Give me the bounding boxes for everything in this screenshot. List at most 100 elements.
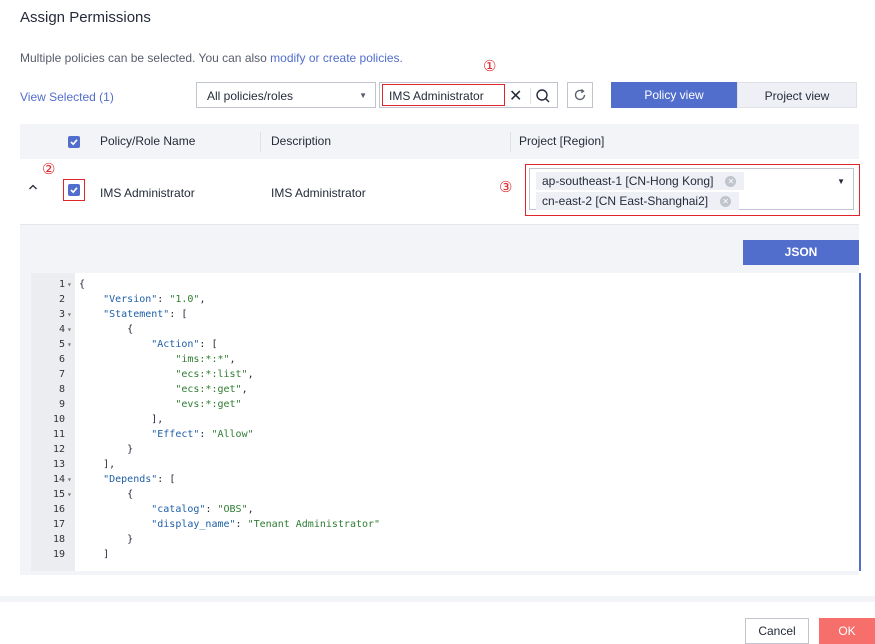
dialog-title: Assign Permissions xyxy=(20,9,151,26)
column-header-description: Description xyxy=(271,134,332,148)
line-number: 17 xyxy=(52,519,65,530)
remove-tag-icon[interactable]: ✕ xyxy=(720,196,732,208)
code-line: 15 ▾ { xyxy=(31,489,859,501)
code-text: "evs:*:get" xyxy=(175,399,242,410)
ok-button[interactable]: OK xyxy=(819,618,875,644)
column-header-policy-name: Policy/Role Name xyxy=(100,134,196,148)
policy-view-button[interactable]: Policy view xyxy=(611,82,737,108)
project-view-button[interactable]: Project view xyxy=(737,82,857,108)
code-text: "Statement": [ xyxy=(103,309,188,320)
refresh-button[interactable] xyxy=(567,82,593,108)
code-line: 7 "ecs:*:list", xyxy=(31,369,859,381)
line-number: 5 xyxy=(58,339,65,350)
annotation-1: ① xyxy=(483,58,497,75)
code-text: "display_name": "Tenant Administrator" xyxy=(151,519,381,530)
fold-toggle-icon[interactable]: ▾ xyxy=(67,339,72,351)
line-number: 3 xyxy=(58,309,65,320)
code-line: 11 "Effect": "Allow" xyxy=(31,429,859,441)
line-number: 10 xyxy=(52,414,65,425)
line-number: 18 xyxy=(52,534,65,545)
code-line: 13 ], xyxy=(31,459,859,471)
annotation-2: ② xyxy=(42,161,56,178)
table-header: Policy/Role Name Description Project [Re… xyxy=(20,124,859,159)
search-icon[interactable] xyxy=(534,87,552,105)
row-checkbox[interactable] xyxy=(68,184,80,196)
line-number: 8 xyxy=(58,384,65,395)
code-line: 16 "catalog": "OBS", xyxy=(31,504,859,516)
policy-description: IMS Administrator xyxy=(271,186,366,200)
code-line: 6 "ims:*:*", xyxy=(31,354,859,366)
search-box: IMS Administrator ✕ xyxy=(379,82,558,108)
column-header-project-region: Project [Region] xyxy=(519,134,605,148)
code-text: { xyxy=(79,324,134,335)
view-selected-link[interactable]: View Selected (1) xyxy=(20,90,114,104)
line-number: 7 xyxy=(58,369,65,380)
region-highlight: ap-southeast-1 [CN-Hong Kong] ✕ cn-east-2… xyxy=(525,164,860,216)
line-number: 9 xyxy=(58,399,65,410)
code-line: 4 ▾ { xyxy=(31,324,859,336)
line-number: 1 xyxy=(58,279,65,290)
line-number: 14 xyxy=(52,474,65,485)
code-line: 2 "Version": "1.0", xyxy=(31,294,859,306)
code-text: "Action": [ xyxy=(151,339,218,350)
column-divider xyxy=(510,132,511,152)
search-input[interactable]: IMS Administrator xyxy=(382,84,505,106)
line-number: 16 xyxy=(52,504,65,515)
clear-icon[interactable]: ✕ xyxy=(509,86,522,106)
code-text: "Version": "1.0", xyxy=(103,294,206,305)
chevron-down-icon[interactable]: ▼ xyxy=(837,177,845,186)
json-editor[interactable]: 1 ▾{2 "Version": "1.0", 3 ▾ "Statement": [4… xyxy=(31,273,861,571)
refresh-icon xyxy=(574,89,586,101)
code-text: "ecs:*:get", xyxy=(175,384,248,395)
code-line: 8 "ecs:*:get", xyxy=(31,384,859,396)
footer-divider xyxy=(0,596,875,602)
line-number: 4 xyxy=(58,324,65,335)
code-line: 18 } xyxy=(31,534,859,546)
select-all-checkbox[interactable] xyxy=(68,136,80,148)
region-tag: ap-southeast-1 [CN-Hong Kong] ✕ xyxy=(536,172,745,190)
region-tag-label: ap-southeast-1 [CN-Hong Kong] xyxy=(542,174,714,188)
fold-toggle-icon[interactable]: ▾ xyxy=(67,309,72,321)
code-line: 3 ▾ "Statement": [ xyxy=(31,309,859,321)
policy-name: IMS Administrator xyxy=(100,186,195,200)
code-line: 19 ] xyxy=(31,549,859,561)
fold-toggle-icon[interactable]: ▾ xyxy=(67,279,72,291)
code-text: ], xyxy=(79,414,164,425)
fold-toggle-icon[interactable]: ▾ xyxy=(67,324,72,336)
line-number: 11 xyxy=(52,429,65,440)
project-region-select[interactable]: ap-southeast-1 [CN-Hong Kong] ✕ cn-east-2… xyxy=(529,168,854,210)
line-number: 2 xyxy=(58,294,65,305)
policy-type-value: All policies/roles xyxy=(207,89,294,103)
code-text: { xyxy=(79,489,134,500)
line-number: 12 xyxy=(52,444,65,455)
code-line: 10 ], xyxy=(31,414,859,426)
description-text: Multiple policies can be selected. You c… xyxy=(20,51,271,65)
code-text: } xyxy=(79,444,134,455)
annotation-3: ③ xyxy=(499,179,513,196)
dialog-description: Multiple policies can be selected. You c… xyxy=(20,51,403,65)
region-tag: cn-east-2 [CN East-Shanghai2] ✕ xyxy=(536,192,740,210)
remove-tag-icon[interactable]: ✕ xyxy=(725,176,737,188)
code-text: "Depends": [ xyxy=(103,474,176,485)
code-text: ], xyxy=(79,459,116,470)
fold-toggle-icon[interactable]: ▾ xyxy=(67,489,72,501)
column-divider xyxy=(260,132,261,152)
code-line: 9 "evs:*:get" xyxy=(31,399,859,411)
code-line: 5 ▾ "Action": [ xyxy=(31,339,859,351)
table-row: ② IMS Administrator IMS Administrator ③ … xyxy=(20,159,860,225)
modify-create-policies-link[interactable]: modify or create policies. xyxy=(270,51,403,65)
collapse-chevron-icon[interactable] xyxy=(28,181,38,195)
code-text: "ims:*:*", xyxy=(175,354,236,365)
code-text: { xyxy=(79,279,86,290)
line-number: 13 xyxy=(52,459,65,470)
code-text: "Effect": "Allow" xyxy=(151,429,254,440)
line-number: 19 xyxy=(52,549,65,560)
code-line: 14 ▾ "Depends": [ xyxy=(31,474,859,486)
code-line: 12 } xyxy=(31,444,859,456)
policy-type-select[interactable]: All policies/roles ▼ xyxy=(196,82,376,108)
chevron-down-icon: ▼ xyxy=(359,91,367,100)
region-tag-label: cn-east-2 [CN East-Shanghai2] xyxy=(542,194,709,208)
fold-toggle-icon[interactable]: ▾ xyxy=(67,474,72,486)
json-button[interactable]: JSON xyxy=(743,240,859,265)
cancel-button[interactable]: Cancel xyxy=(745,618,809,644)
